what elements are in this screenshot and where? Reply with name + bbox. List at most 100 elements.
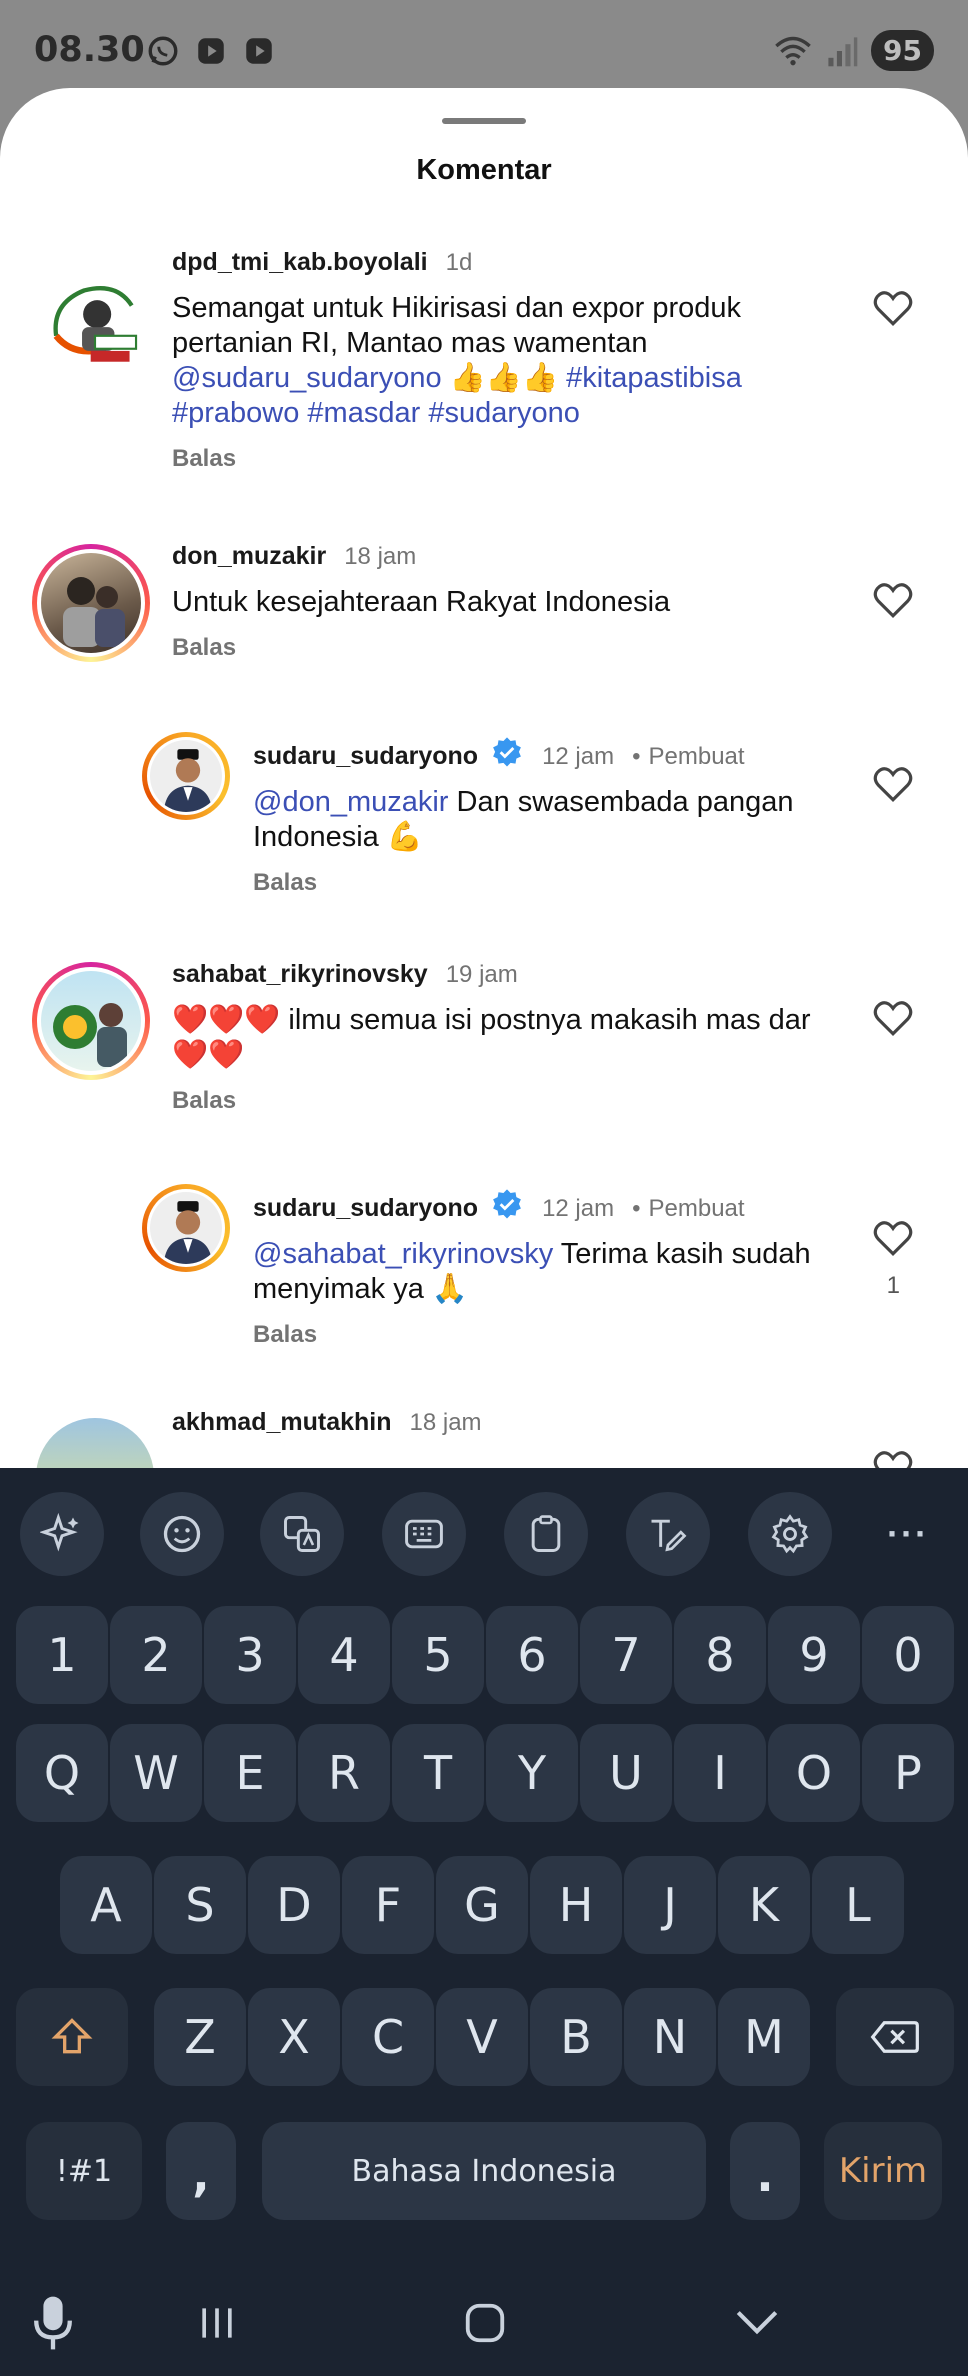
mention-link[interactable]: @sudaru_sudaryono — [172, 362, 442, 394]
space-key[interactable]: Bahasa Indonesia — [262, 2122, 706, 2220]
key-q[interactable]: Q — [16, 1724, 108, 1822]
heart-icon[interactable] — [872, 1218, 914, 1258]
key-p[interactable]: P — [862, 1724, 954, 1822]
comment-time: 12 jam — [542, 1195, 615, 1222]
key-3[interactable]: 3 — [204, 1606, 296, 1704]
comment-time: 18 jam — [344, 543, 417, 570]
avatar[interactable] — [142, 1184, 230, 1272]
comment-text: @sahabat_rikyrinovsky Terima kasih sudah… — [253, 1238, 811, 1305]
key-z[interactable]: Z — [154, 1988, 246, 2086]
sheet-title: Komentar — [416, 154, 552, 186]
heart-icon[interactable] — [872, 580, 914, 620]
key-l[interactable]: L — [812, 1856, 904, 1954]
key-7[interactable]: 7 — [580, 1606, 672, 1704]
more-icon[interactable]: ··· — [866, 1492, 950, 1576]
key-0[interactable]: 0 — [862, 1606, 954, 1704]
symbols-key[interactable]: !#1 — [26, 2122, 142, 2220]
key-h[interactable]: H — [530, 1856, 622, 1954]
key-b[interactable]: B — [530, 1988, 622, 2086]
drag-handle[interactable] — [442, 118, 526, 124]
verified-badge-icon — [493, 1189, 521, 1219]
key-j[interactable]: J — [624, 1856, 716, 1954]
heart-icon[interactable] — [872, 998, 914, 1038]
hide-keyboard-icon[interactable] — [722, 2288, 792, 2358]
play-icon — [198, 38, 224, 64]
comment-username[interactable]: don_muzakir — [172, 542, 326, 571]
microphone-icon[interactable] — [18, 2288, 88, 2358]
reply-button[interactable]: Balas — [253, 1321, 853, 1349]
comment-username[interactable]: sudaru_sudaryono — [253, 1194, 478, 1223]
profile-photo — [163, 749, 213, 812]
key-k[interactable]: K — [718, 1856, 810, 1954]
send-key[interactable]: Kirim — [824, 2122, 942, 2220]
clipboard-icon[interactable] — [504, 1492, 588, 1576]
sparkle-icon[interactable] — [20, 1492, 104, 1576]
reply-button[interactable]: Balas — [172, 445, 852, 473]
reply-button[interactable]: Balas — [253, 869, 853, 897]
key-w[interactable]: W — [110, 1724, 202, 1822]
comment-time: 1d — [445, 249, 473, 276]
key-e[interactable]: E — [204, 1724, 296, 1822]
comment-time: 18 jam — [409, 1409, 482, 1436]
translate-icon[interactable] — [260, 1492, 344, 1576]
key-u[interactable]: U — [580, 1724, 672, 1822]
key-4[interactable]: 4 — [298, 1606, 390, 1704]
key-8[interactable]: 8 — [674, 1606, 766, 1704]
key-v[interactable]: V — [436, 1988, 528, 2086]
key-c[interactable]: C — [342, 1988, 434, 2086]
avatar[interactable] — [32, 544, 150, 662]
key-n[interactable]: N — [624, 1988, 716, 2086]
key-t[interactable]: T — [392, 1724, 484, 1822]
key-6[interactable]: 6 — [486, 1606, 578, 1704]
creator-label: Pembuat — [648, 743, 745, 770]
avatar[interactable] — [142, 732, 230, 820]
avatar[interactable] — [36, 1418, 154, 1468]
shift-key[interactable] — [16, 1988, 128, 2086]
comment-username[interactable]: sahabat_rikyrinovsky — [172, 960, 428, 989]
heart-icon[interactable] — [872, 288, 914, 328]
comment-time: 12 jam — [542, 743, 615, 770]
comma-key[interactable]: , — [166, 2122, 236, 2220]
key-2[interactable]: 2 — [110, 1606, 202, 1704]
home-icon[interactable] — [450, 2288, 520, 2358]
profile-photo — [53, 1003, 127, 1067]
key-5[interactable]: 5 — [392, 1606, 484, 1704]
comment-username[interactable]: akhmad_mutakhin — [172, 1408, 392, 1437]
key-9[interactable]: 9 — [768, 1606, 860, 1704]
key-y[interactable]: Y — [486, 1724, 578, 1822]
backspace-icon — [870, 2021, 919, 2053]
key-i[interactable]: I — [674, 1724, 766, 1822]
key-1[interactable]: 1 — [16, 1606, 108, 1704]
heart-icon[interactable] — [872, 1448, 914, 1468]
key-m[interactable]: M — [718, 1988, 810, 2086]
avatar[interactable] — [36, 266, 154, 384]
avatar[interactable] — [32, 962, 150, 1080]
comment-time: 19 jam — [445, 961, 518, 988]
play-icon — [246, 38, 272, 64]
signal-icon — [828, 36, 858, 66]
mention-link[interactable]: @sahabat_rikyrinovsky — [253, 1238, 553, 1270]
shift-icon — [51, 2018, 93, 2054]
comment-text: Semangat untuk Hikirisasi dan expor prod… — [172, 292, 742, 429]
reply-button[interactable]: Balas — [172, 634, 852, 662]
key-o[interactable]: O — [768, 1724, 860, 1822]
backspace-key[interactable] — [836, 1988, 954, 2086]
handwriting-icon[interactable] — [626, 1492, 710, 1576]
key-f[interactable]: F — [342, 1856, 434, 1954]
reply-button[interactable]: Balas — [172, 1087, 852, 1115]
keyboard-icon[interactable] — [382, 1492, 466, 1576]
comment-username[interactable]: sudaru_sudaryono — [253, 742, 478, 771]
key-x[interactable]: X — [248, 1988, 340, 2086]
emoji-icon[interactable] — [140, 1492, 224, 1576]
settings-icon[interactable] — [748, 1492, 832, 1576]
key-a[interactable]: A — [60, 1856, 152, 1954]
period-key[interactable]: . — [730, 2122, 800, 2220]
key-r[interactable]: R — [298, 1724, 390, 1822]
comment-username[interactable]: dpd_tmi_kab.boyolali — [172, 248, 428, 277]
key-d[interactable]: D — [248, 1856, 340, 1954]
heart-icon[interactable] — [872, 764, 914, 804]
key-s[interactable]: S — [154, 1856, 246, 1954]
recents-icon[interactable] — [182, 2288, 252, 2358]
key-g[interactable]: G — [436, 1856, 528, 1954]
mention-link[interactable]: @don_muzakir — [253, 786, 448, 818]
